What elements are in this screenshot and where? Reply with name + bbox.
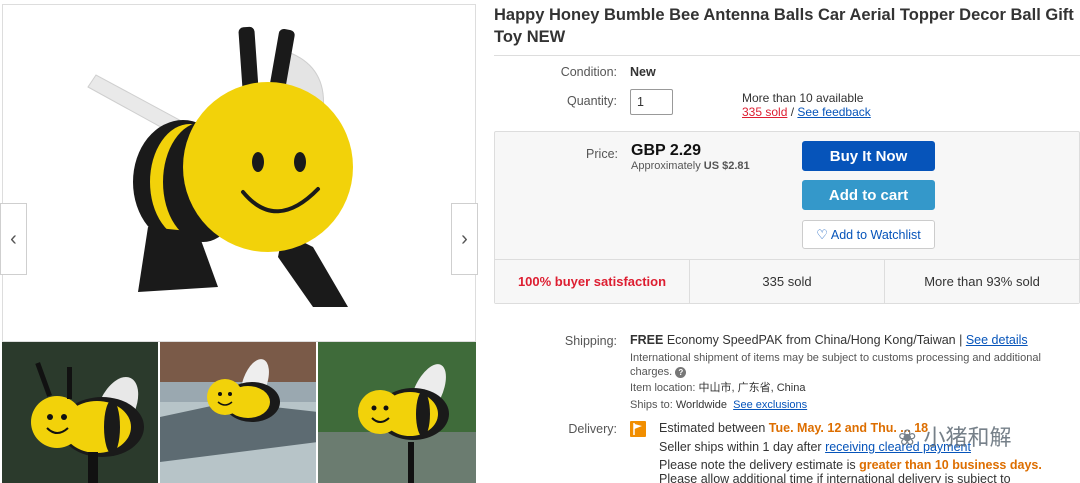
chevron-left-icon[interactable]: ‹: [0, 203, 27, 275]
watermark: ❀ 小猪和解: [898, 426, 1012, 451]
condition-label: Condition:: [560, 65, 617, 79]
watchlist-label: Add to Watchlist: [830, 227, 921, 242]
ships-to: Ships to: Worldwide See exclusions: [630, 399, 808, 411]
add-to-watchlist-button[interactable]: ♡ Add to Watchlist: [802, 220, 935, 249]
customs-note: International shipment of items may be s…: [630, 352, 1041, 378]
bee-illustration: [87, 26, 353, 307]
product-info: Happy Honey Bumble Bee Antenna Balls Car…: [478, 0, 1080, 483]
stats-bar: 100% buyer satisfaction 335 sold More th…: [495, 259, 1079, 303]
shipping-label: Shipping:: [564, 334, 617, 348]
buy-it-now-button[interactable]: Buy It Now: [802, 141, 935, 171]
sold-stat: 335 sold: [690, 260, 885, 303]
chevron-right-icon[interactable]: ›: [451, 203, 478, 275]
main-product-image[interactable]: [2, 4, 476, 342]
heart-icon: ♡: [816, 226, 828, 242]
delivery-estimate-note: Please note the delivery estimate is gre…: [659, 458, 1042, 472]
thumbnail-3[interactable]: [318, 342, 476, 483]
add-to-cart-button[interactable]: Add to cart: [802, 180, 935, 210]
shipping-line: FREE Economy SpeedPAK from China/Hong Ko…: [630, 333, 1028, 347]
condition-value: New: [630, 65, 656, 79]
flag-icon: [630, 421, 646, 437]
buyer-satisfaction: 100% buyer satisfaction: [495, 260, 690, 303]
item-location: Item location: 中山市, 广东省, China: [630, 382, 806, 394]
quantity-label: Quantity:: [566, 94, 617, 108]
info-icon[interactable]: ?: [675, 366, 687, 378]
see-exclusions-link[interactable]: See exclusions: [733, 399, 807, 411]
image-gallery: ‹ ›: [0, 0, 478, 483]
delivery-extra-note: Please allow additional time if internat…: [659, 472, 1011, 483]
estimated-delivery: Estimated between Tue. May. 12 and Thu. …: [659, 421, 929, 435]
thumbnail-1[interactable]: [2, 342, 160, 483]
availability: More than 10 available 335 sold / See fe…: [742, 91, 871, 119]
divider: [494, 55, 1080, 56]
delivery-label: Delivery:: [568, 422, 617, 436]
thumbnail-2[interactable]: [160, 342, 318, 483]
quantity-input[interactable]: [630, 89, 673, 115]
available-count: More than 10 available: [742, 91, 864, 105]
see-feedback-link[interactable]: See feedback: [797, 105, 870, 119]
price-label: Price:: [586, 147, 618, 161]
percent-sold-stat: More than 93% sold: [924, 274, 1040, 289]
product-title: Happy Honey Bumble Bee Antenna Balls Car…: [494, 6, 1074, 46]
sold-count-link[interactable]: 335 sold: [742, 105, 787, 119]
thumbnail-strip: [2, 342, 476, 483]
price-value: GBP 2.29: [631, 142, 701, 159]
price-box: Price: GBP 2.29 Approximately US $2.81 B…: [494, 131, 1080, 304]
price-approx: Approximately US $2.81: [631, 160, 750, 172]
see-details-link[interactable]: See details: [966, 333, 1028, 347]
